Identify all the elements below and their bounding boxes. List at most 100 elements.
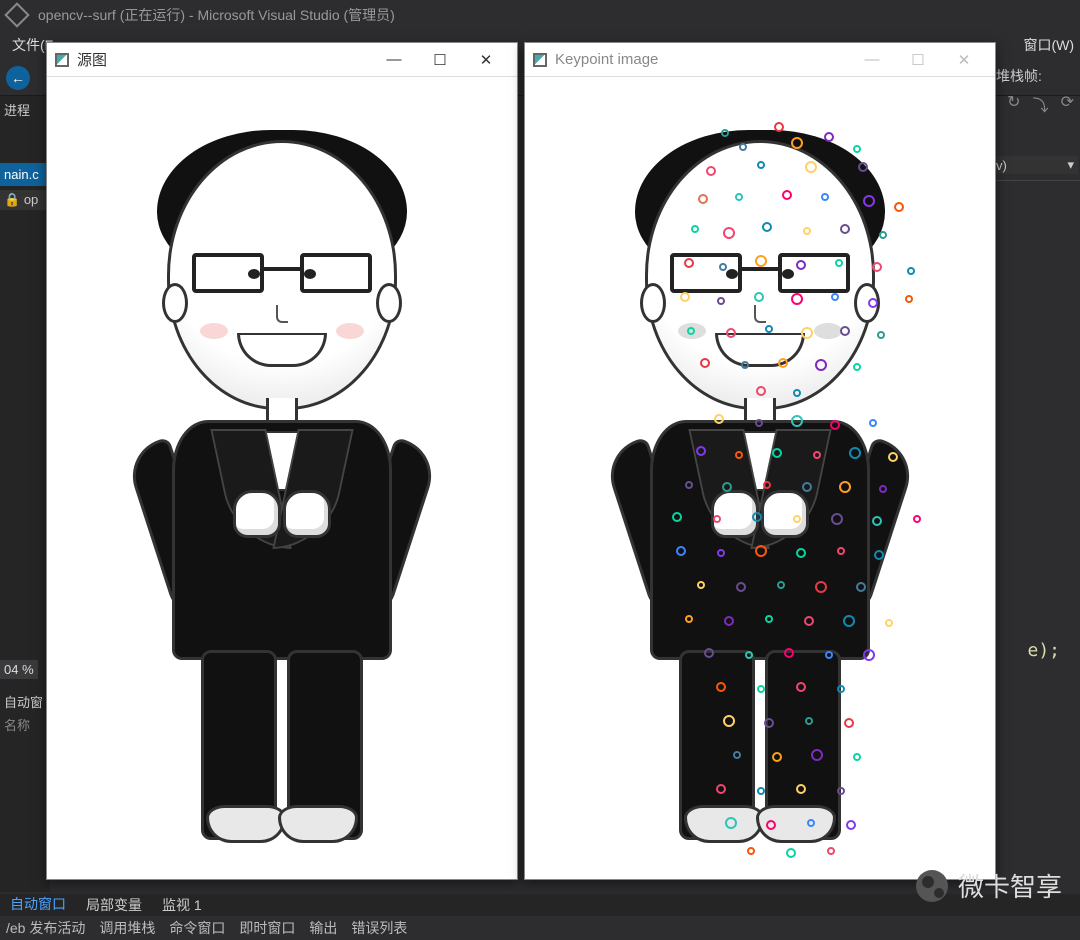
status-web-publish[interactable]: /eb 发布活动 (6, 918, 85, 938)
keypoint-circle (698, 194, 708, 204)
keypoint-circle (697, 581, 705, 589)
file-tab-op[interactable]: 🔒 op (0, 190, 50, 210)
keypoint-circle (888, 452, 898, 462)
keypoint-circle (863, 649, 875, 661)
auto-panel-title: 自动窗 (0, 690, 50, 713)
keypoint-circle (756, 386, 766, 396)
keypoint-circle (856, 582, 866, 592)
process-label: 进程 (0, 96, 50, 123)
vs-title-bar: opencv--surf (正在运行) - Microsoft Visual S… (0, 0, 1080, 30)
cv-window-keypoint: Keypoint image — ☐ ✕ (524, 42, 996, 880)
keypoint-circle (853, 145, 861, 153)
status-callstack[interactable]: 调用堆栈 (99, 918, 155, 938)
keypoint-circle (733, 751, 741, 759)
close-button[interactable]: ✕ (941, 43, 987, 77)
file-tab-main[interactable]: nain.c (0, 163, 50, 186)
keypoint-circle (879, 231, 887, 239)
maximize-button[interactable]: ☐ (895, 43, 941, 77)
code-snippet: e); (1027, 640, 1060, 661)
keypoint-circle (858, 162, 868, 172)
keypoint-circle (723, 227, 735, 239)
keypoint-circle (676, 546, 686, 556)
tab-watch1[interactable]: 监视 1 (152, 893, 212, 917)
tab-autos[interactable]: 自动窗口 (0, 892, 76, 918)
keypoint-circle (747, 847, 755, 855)
keypoint-circle (913, 515, 921, 523)
keypoint-circle (796, 260, 806, 270)
keypoint-circle (724, 616, 734, 626)
keypoint-circle (837, 547, 845, 555)
status-command[interactable]: 命令窗口 (169, 918, 225, 938)
keypoint-circle (803, 227, 811, 235)
menu-window[interactable]: 窗口(W) (1017, 33, 1080, 57)
keypoint-circle (704, 648, 714, 658)
keypoint-circle (765, 325, 773, 333)
divider (990, 180, 1080, 181)
keypoint-circle (685, 481, 693, 489)
keypoint-circle (755, 255, 767, 267)
keypoint-circle (827, 847, 835, 855)
keypoint-circle (672, 512, 682, 522)
keypoint-circle (684, 258, 694, 268)
keypoint-circle (844, 718, 854, 728)
status-errorlist[interactable]: 错误列表 (351, 918, 407, 938)
keypoint-circle (725, 817, 737, 829)
keypoint-circle (782, 190, 792, 200)
status-immediate[interactable]: 即时窗口 (239, 918, 295, 938)
keypoint-circle (680, 292, 690, 302)
keypoint-circle (868, 298, 878, 308)
keypoint-circle (772, 448, 782, 458)
app-title: opencv--surf (正在运行) - Microsoft Visual S… (38, 5, 395, 25)
keypoint-circle (815, 581, 827, 593)
cv-window-source: 源图 — ☐ ✕ (46, 42, 518, 880)
cv-title-keypoint: Keypoint image (555, 51, 658, 68)
keypoint-circle (777, 581, 785, 589)
keypoint-circle (824, 132, 834, 142)
keypoint-circle (685, 615, 693, 623)
keypoint-circle (723, 715, 735, 727)
keypoint-image (610, 140, 910, 879)
keypoint-circle (791, 293, 803, 305)
right-panel: 堆栈帧: v)▾ e); (990, 60, 1080, 187)
auto-panel-col-name: 名称 (0, 713, 50, 736)
keypoint-circle (791, 415, 803, 427)
chevron-down-icon: ▾ (1067, 157, 1074, 173)
close-button[interactable]: ✕ (463, 43, 509, 77)
keypoint-circle (757, 685, 765, 693)
keypoint-circle (717, 297, 725, 305)
keypoint-circle (815, 359, 827, 371)
keypoint-circle (696, 446, 706, 456)
keypoint-circle (764, 718, 774, 728)
cv-body-keypoint (525, 77, 995, 879)
combo-dropdown[interactable]: v)▾ (992, 156, 1078, 174)
keypoint-circle (835, 259, 843, 267)
keypoint-circle (745, 651, 753, 659)
keypoint-circle (872, 262, 882, 272)
keypoint-circle (700, 358, 710, 368)
keypoint-circle (840, 224, 850, 234)
keypoint-circle (894, 202, 904, 212)
cv-titlebar-source[interactable]: 源图 — ☐ ✕ (47, 43, 517, 77)
minimize-button[interactable]: — (849, 43, 895, 77)
minimize-button[interactable]: — (371, 43, 417, 77)
maximize-button[interactable]: ☐ (417, 43, 463, 77)
keypoint-circle (853, 753, 861, 761)
nav-back-button[interactable]: ← (6, 66, 30, 90)
keypoint-circle (755, 545, 767, 557)
tab-locals[interactable]: 局部变量 (76, 893, 152, 917)
keypoint-circle (741, 361, 749, 369)
keypoint-circle (722, 482, 732, 492)
keypoint-circle (804, 616, 814, 626)
keypoint-circle (763, 481, 771, 489)
status-output[interactable]: 输出 (309, 918, 337, 938)
keypoint-circle (907, 267, 915, 275)
left-doc-strip: 进程 nain.c 🔒 op (0, 96, 50, 892)
cv-title-source: 源图 (77, 49, 107, 70)
keypoint-circle (831, 513, 843, 525)
keypoint-circle (811, 749, 823, 761)
keypoint-circle (687, 327, 695, 335)
cv-titlebar-keypoint[interactable]: Keypoint image — ☐ ✕ (525, 43, 995, 77)
keypoint-circle (755, 419, 763, 427)
zoom-level[interactable]: 04 % (0, 660, 38, 679)
keypoint-circle (830, 420, 840, 430)
